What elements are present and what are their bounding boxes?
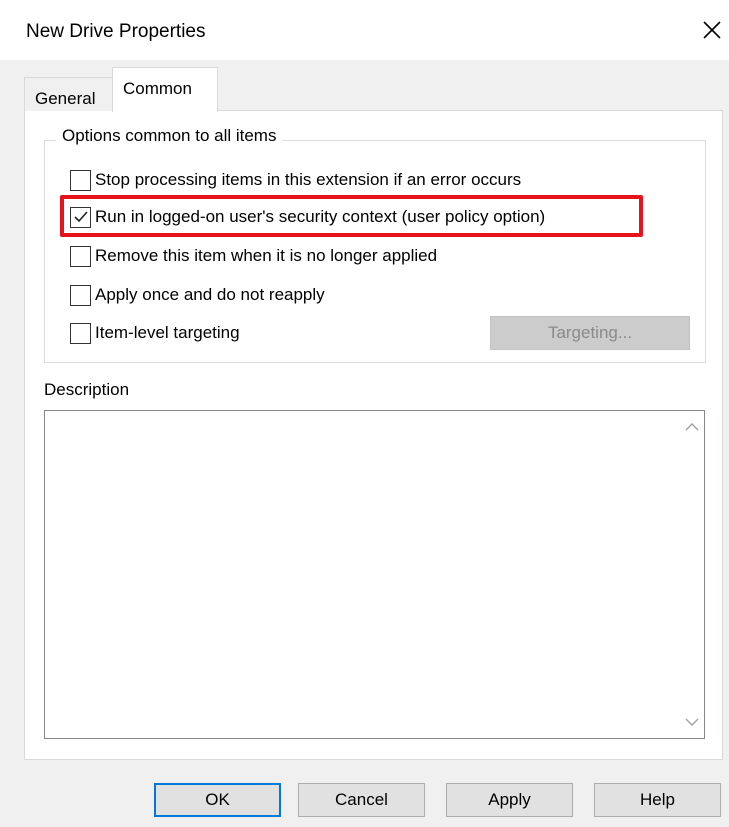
checkbox-apply-once[interactable] xyxy=(70,284,91,306)
window-title: New Drive Properties xyxy=(26,21,206,42)
highlight-box xyxy=(60,195,643,237)
checkbox-row-remove-item[interactable]: Remove this item when it is no longer ap… xyxy=(70,244,437,268)
vertical-scrollbar[interactable] xyxy=(680,411,704,738)
targeting-button[interactable]: Targeting... xyxy=(490,316,690,350)
checkbox-label: Remove this item when it is no longer ap… xyxy=(95,246,438,265)
close-button[interactable] xyxy=(698,16,726,44)
checkbox-row-item-level-targeting[interactable]: Item-level targeting xyxy=(70,321,240,345)
close-icon xyxy=(703,21,721,39)
chevron-up-icon xyxy=(685,423,699,431)
cancel-button[interactable]: Cancel xyxy=(298,783,425,817)
scroll-up-button[interactable] xyxy=(684,419,700,435)
checkbox-row-apply-once[interactable]: Apply once and do not reapply xyxy=(70,283,325,307)
apply-button[interactable]: Apply xyxy=(446,783,573,817)
checkbox-stop-processing[interactable] xyxy=(70,169,91,191)
options-groupbox-label: Options common to all items xyxy=(56,125,283,147)
scroll-down-button[interactable] xyxy=(684,714,700,730)
checkbox-label: Item-level targeting xyxy=(95,323,240,342)
tab-common[interactable]: Common xyxy=(112,67,218,112)
checkbox-label: Apply once and do not reapply xyxy=(95,285,325,304)
description-label: Description xyxy=(44,380,130,399)
description-textarea[interactable] xyxy=(44,410,705,739)
help-button[interactable]: Help xyxy=(594,783,721,817)
ok-button[interactable]: OK xyxy=(154,783,281,817)
checkbox-item-level-targeting[interactable] xyxy=(70,322,91,344)
checkbox-remove-item[interactable] xyxy=(70,245,91,267)
checkbox-row-stop-processing[interactable]: Stop processing items in this extension … xyxy=(70,168,521,192)
checkbox-label: Stop processing items in this extension … xyxy=(95,170,522,189)
chevron-down-icon xyxy=(685,718,699,726)
tab-general[interactable]: General xyxy=(24,77,113,111)
